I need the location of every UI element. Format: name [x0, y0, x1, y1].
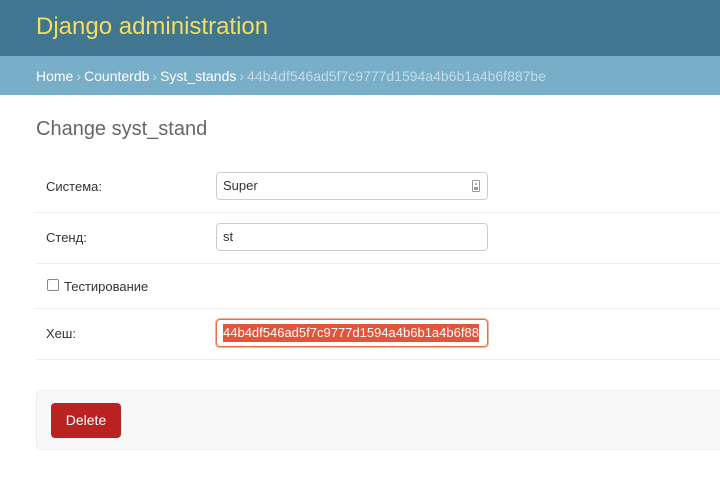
breadcrumb: Home › Counterdb › Syst_stands › 44b4df546ad5f…	[0, 56, 720, 95]
hash-field[interactable]: 44b4df546ad5f7c9777d1594a4b6b1a4b6f88	[216, 319, 488, 347]
sistema-value: Super	[223, 178, 258, 193]
site-title[interactable]: Django administration	[36, 11, 268, 43]
stend-label: Стенд:	[46, 230, 87, 245]
form-row-sistema: Система: Super	[36, 161, 720, 213]
form-row-testing: Тестирование	[36, 263, 720, 309]
hash-label: Хеш:	[46, 326, 76, 341]
breadcrumb-separator: ›	[152, 68, 158, 84]
delete-button[interactable]: Delete	[51, 403, 121, 438]
submit-row: Delete	[36, 390, 720, 450]
form-row-hash: Хеш: 44b4df546ad5f7c9777d1594a4b6b1a4b6f…	[36, 308, 720, 360]
sistema-label: Система:	[46, 179, 102, 194]
sistema-field[interactable]: Super	[216, 172, 488, 200]
header: Django administration	[0, 0, 720, 56]
testing-checkbox[interactable]	[47, 279, 59, 291]
stend-value: st	[223, 229, 234, 244]
breadcrumb-home[interactable]: Home	[36, 68, 73, 84]
breadcrumb-separator: ›	[239, 68, 245, 84]
breadcrumb-model[interactable]: Syst_stands	[160, 68, 236, 84]
breadcrumb-current: 44b4df546ad5f7c9777d1594a4b6b1a4b6f887be	[247, 68, 547, 84]
page-title: Change syst_stand	[36, 118, 208, 140]
autofill-icon[interactable]	[472, 180, 480, 192]
stend-field[interactable]: st	[216, 223, 488, 251]
breadcrumb-app[interactable]: Counterdb	[84, 68, 149, 84]
form-row-stend: Стенд: st	[36, 212, 720, 264]
hash-value: 44b4df546ad5f7c9777d1594a4b6b1a4b6f88	[223, 324, 479, 342]
testing-label[interactable]: Тестирование	[64, 279, 148, 294]
breadcrumb-separator: ›	[76, 68, 82, 84]
